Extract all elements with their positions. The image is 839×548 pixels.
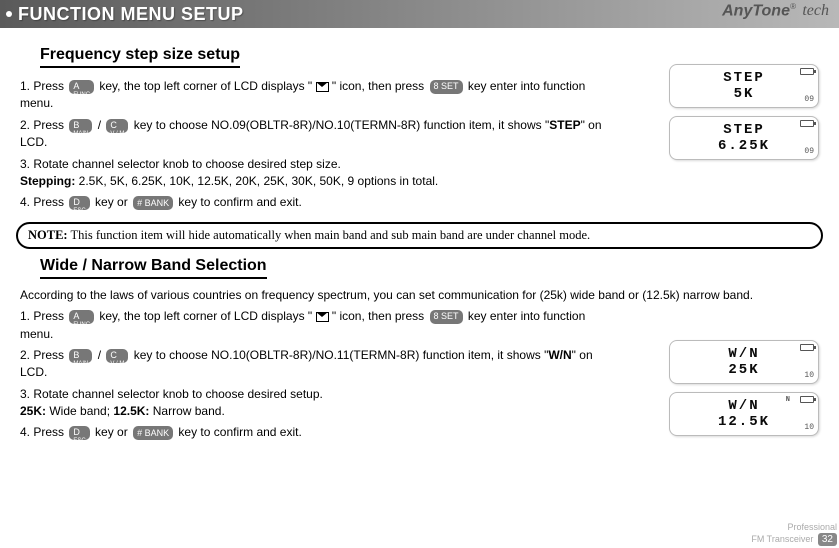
narrow-indicator: N <box>786 396 790 404</box>
battery-icon <box>800 344 814 351</box>
section-2-heading: (((( Wide / Narrow Band Selection <box>16 257 823 285</box>
page-footer: Professional FM Transceiver 32 <box>751 523 837 546</box>
key-a-func: AFUNC <box>69 310 94 324</box>
key-8-set: 8 SET <box>430 310 463 324</box>
page-header: FUNCTION MENU SETUP AnyTone® tech <box>0 0 839 28</box>
battery-icon <box>800 68 814 75</box>
key-b-main: BMAIN <box>69 349 92 363</box>
lcd-wn-25k: W/N 25K 10 <box>669 340 819 384</box>
section-2-title: Wide / Narrow Band Selection <box>40 257 267 279</box>
sec2-step3: 3. Rotate channel selector knob to choos… <box>20 386 616 421</box>
note-box: NOTE: This function item will hide autom… <box>16 222 823 249</box>
key-a-func: AFUNC <box>69 80 94 94</box>
key-8-set: 8 SET <box>430 80 463 94</box>
key-d-esc: DESC <box>69 426 89 440</box>
section-1-title: Frequency step size setup <box>40 46 240 68</box>
sec1-step2: 2. Press BMAIN / CV / M key to choose NO… <box>20 117 616 152</box>
key-c-vm: CV / M <box>106 349 128 363</box>
sec1-step1: 1. Press AFUNC key, the top left corner … <box>20 78 616 113</box>
registered-icon: ® <box>790 2 796 11</box>
header-title: FUNCTION MENU SETUP <box>18 4 244 25</box>
brand-name: AnyTone <box>722 2 790 19</box>
battery-icon <box>800 120 814 127</box>
sec2-step4: 4. Press DESC key or # BANK key to confi… <box>20 424 616 441</box>
key-hash-bank: # BANK <box>133 426 173 440</box>
section-2-intro: According to the laws of various countri… <box>20 287 823 304</box>
page-number: 32 <box>818 533 837 546</box>
sec2-step2: 2. Press BMAIN / CV / M key to choose NO… <box>20 347 616 382</box>
brand-logo: AnyTone® tech <box>722 2 829 20</box>
key-c-vm: CV / M <box>106 119 128 133</box>
sec1-step3: 3. Rotate channel selector knob to choos… <box>20 156 616 191</box>
note-label: NOTE: <box>28 228 68 242</box>
mail-icon <box>316 312 329 322</box>
brand-suffix: tech <box>802 2 829 19</box>
section-2-body: 1. Press AFUNC key, the top left corner … <box>16 308 616 442</box>
key-d-esc: DESC <box>69 196 89 210</box>
lcd-step-5k: STEP 5K 09 <box>669 64 819 108</box>
key-hash-bank: # BANK <box>133 196 173 210</box>
section-1-body: 1. Press AFUNC key, the top left corner … <box>16 78 616 212</box>
sec2-step1: 1. Press AFUNC key, the top left corner … <box>20 308 616 343</box>
header-bullet-icon <box>6 11 12 17</box>
mail-icon <box>316 82 329 92</box>
sec1-step4: 4. Press DESC key or # BANK key to confi… <box>20 194 616 211</box>
lcd-wn-125k: N W/N 12.5K 10 <box>669 392 819 436</box>
lcd-step-625k: STEP 6.25K 09 <box>669 116 819 160</box>
note-text: This function item will hide automatical… <box>68 228 591 242</box>
key-b-main: BMAIN <box>69 119 92 133</box>
battery-icon <box>800 396 814 403</box>
